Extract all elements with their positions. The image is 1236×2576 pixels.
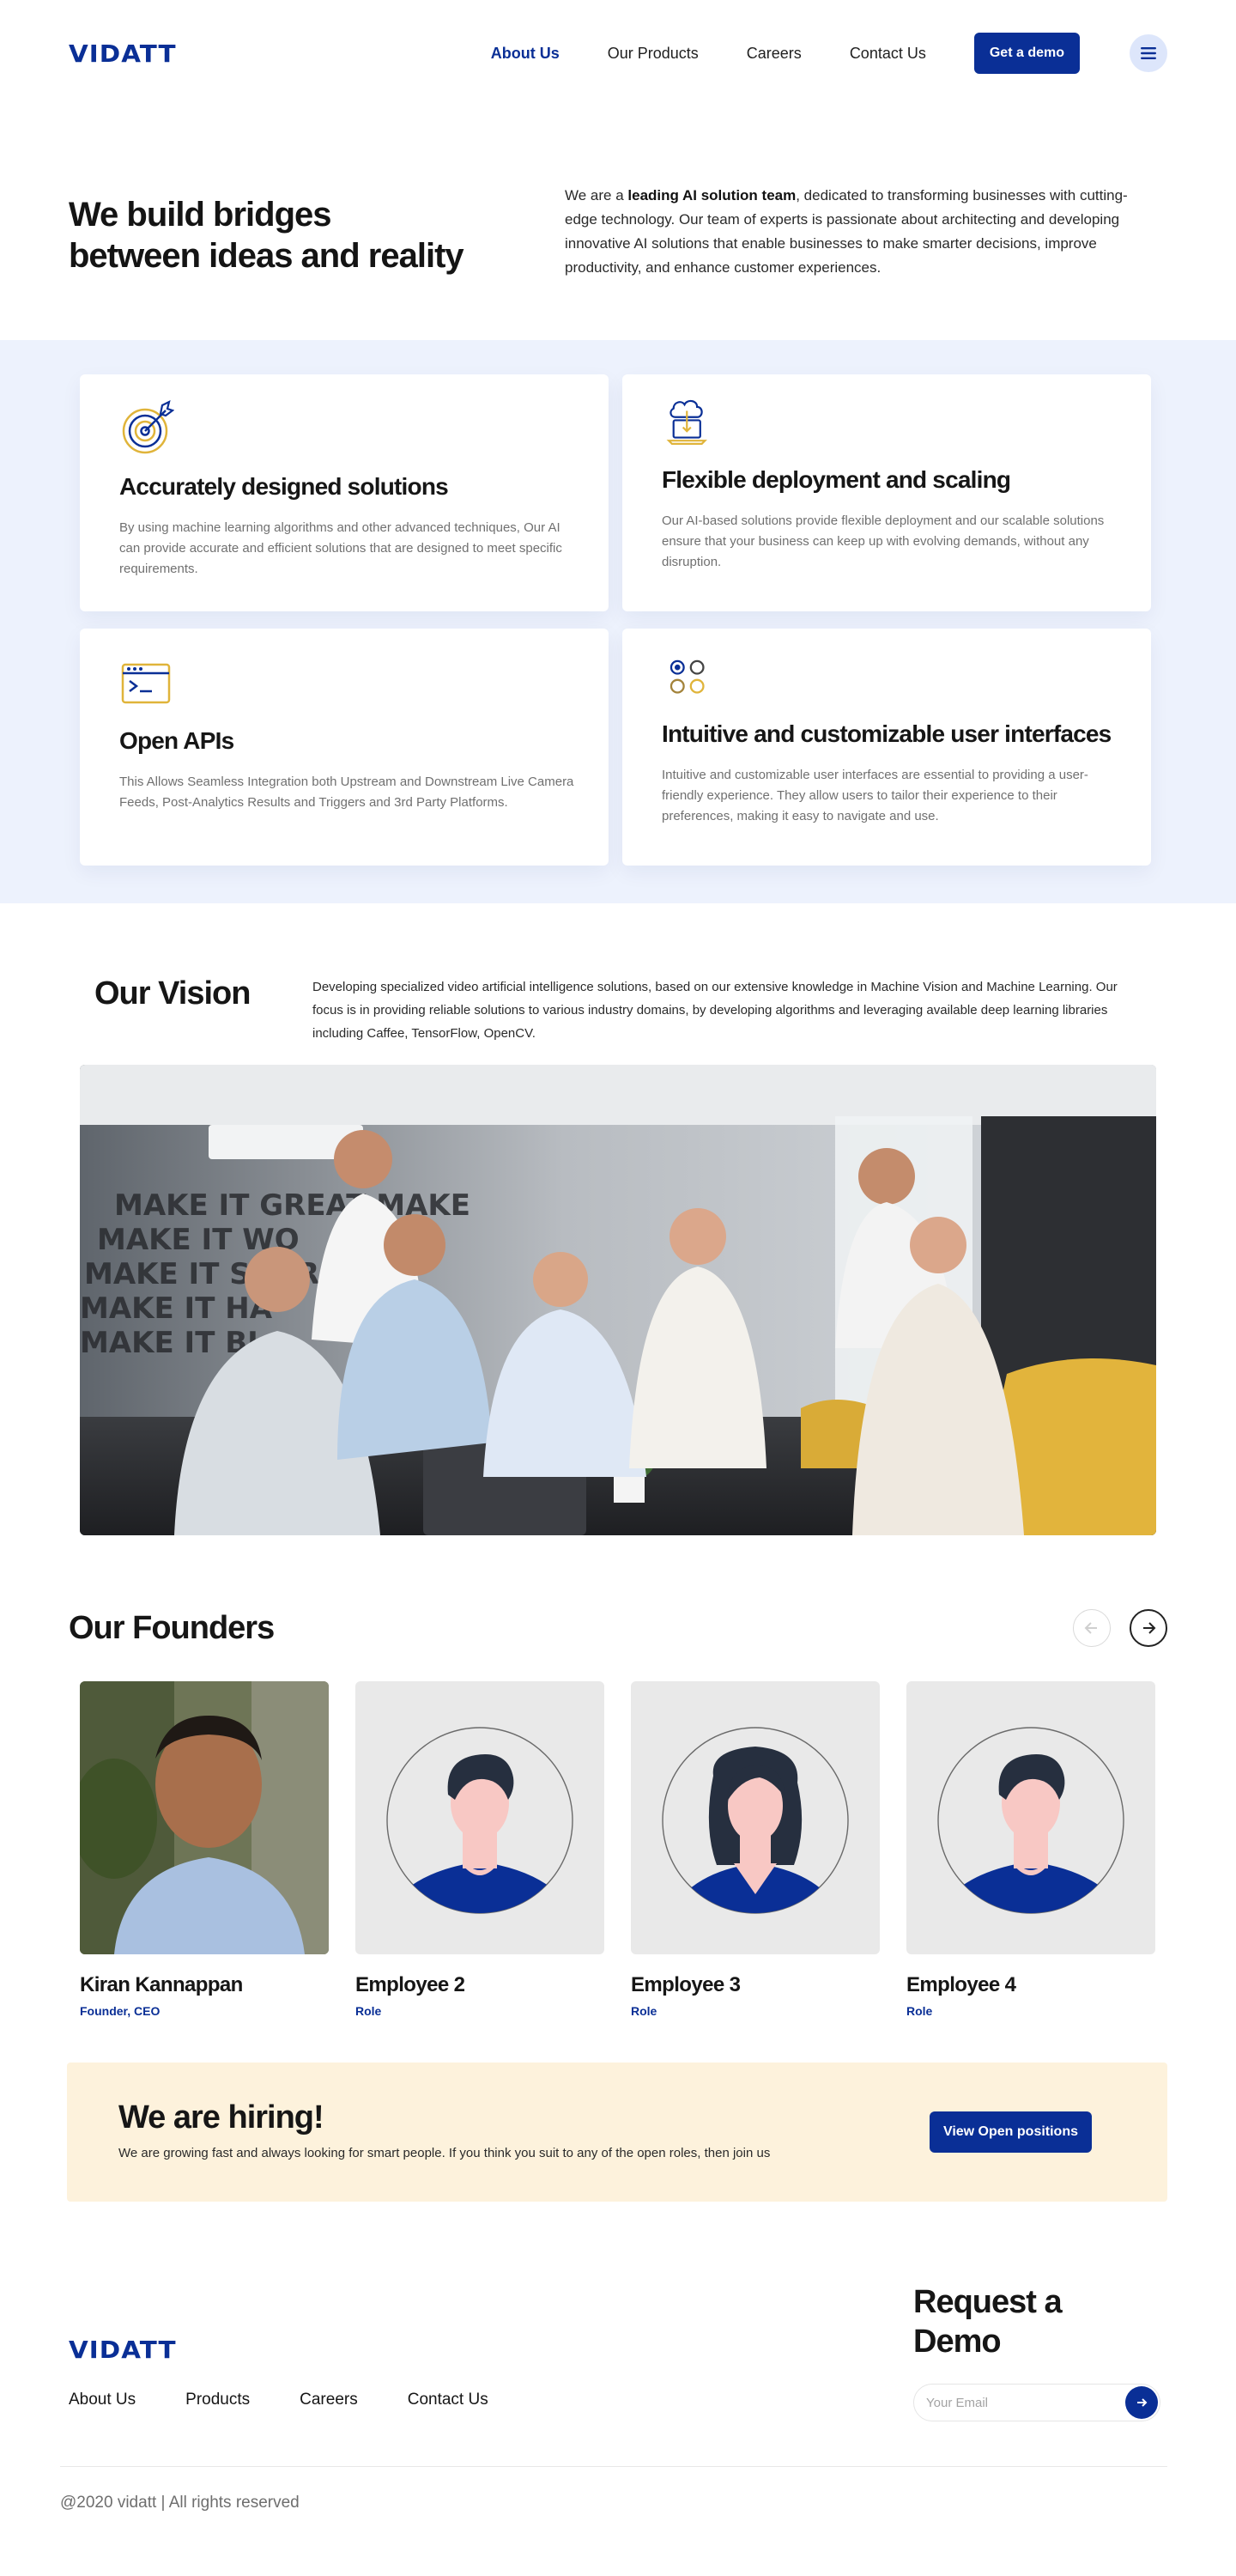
feature-desc: This Allows Seamless Integration both Up…: [119, 775, 574, 810]
footer-nav: About Us Products Careers Contact Us: [69, 2391, 538, 2409]
nav-contact-us[interactable]: Contact Us: [850, 45, 926, 63]
menu-button[interactable]: [1130, 34, 1167, 72]
feature-desc: By using machine learning algorithms and…: [119, 520, 562, 576]
intro-section: We build bridges between ideas and reali…: [0, 106, 1236, 340]
ui-options-icon: [670, 659, 705, 694]
founder-portrait: [80, 1681, 329, 1954]
intro-text: We are a leading AI solution team, dedic…: [565, 184, 1148, 340]
request-demo: Request a Demo: [913, 2282, 1171, 2421]
request-demo-title: Request a Demo: [913, 2282, 1171, 2361]
founder-card[interactable]: Employee 4 Role: [906, 1681, 1155, 2018]
feature-card-ui: Intuitive and customizable user interfac…: [622, 629, 1151, 866]
founders-list: Kiran Kannappan Founder, CEO Employee 2 …: [69, 1649, 1167, 2018]
male-avatar-icon: [937, 1727, 1124, 1914]
arrow-right-icon: [1137, 2398, 1148, 2407]
feature-title: Accurately designed solutions: [119, 473, 449, 500]
feature-title: Open APIs: [119, 727, 234, 754]
email-form: [913, 2384, 1160, 2421]
hiring-title: We are hiring!: [118, 2099, 324, 2136]
email-submit-button[interactable]: [1125, 2386, 1158, 2419]
intro-title-line-2: between ideas and reality: [69, 237, 464, 275]
copyright: @2020 vidatt | All rights reserved: [60, 2494, 300, 2512]
founder-photo: [80, 1681, 329, 1954]
founder-role: Founder, CEO: [80, 2004, 161, 2018]
nav-careers[interactable]: Careers: [747, 45, 802, 63]
founder-card[interactable]: Kiran Kannappan Founder, CEO: [80, 1681, 329, 2018]
feature-card-open-apis: Open APIs This Allows Seamless Integrati…: [80, 629, 609, 866]
founder-role: Role: [631, 2004, 657, 2018]
feature-card-deployment: Flexible deployment and scaling Our AI-b…: [622, 374, 1151, 611]
target-icon: [122, 399, 175, 454]
site-header: VIDATT About Us Our Products Careers Con…: [0, 0, 1236, 106]
founder-photo: [906, 1681, 1155, 1954]
footer-link-products[interactable]: Products: [185, 2391, 250, 2409]
carousel-prev-button[interactable]: [1073, 1609, 1111, 1647]
main-nav: About Us Our Products Careers Contact Us…: [491, 33, 1167, 74]
team-photo: MAKE IT GREAT MAKE MAKE IT WO MAKE IT SO…: [80, 1065, 1156, 1535]
features-section: Accurately designed solutions By using m…: [0, 340, 1236, 903]
arrow-left-icon: [1084, 1622, 1097, 1634]
vision-header: Our Vision Developing specialized video …: [80, 975, 1156, 1065]
team-photo-illustration: MAKE IT GREAT MAKE MAKE IT WO MAKE IT SO…: [80, 1065, 1156, 1535]
footer-divider: [60, 2466, 1167, 2467]
footer-link-about-us[interactable]: About Us: [69, 2391, 136, 2409]
founders-section: Our Founders Kiran Kannappan Founder, CE…: [0, 1535, 1236, 2018]
founder-role: Role: [906, 2004, 933, 2018]
intro-text-prefix: We are a: [565, 187, 628, 204]
feature-card-accurate: Accurately designed solutions By using m…: [80, 374, 609, 611]
email-input[interactable]: [926, 2395, 1098, 2410]
intro-title: We build bridges between ideas and reali…: [69, 184, 565, 340]
wall-text: MAKE IT HA: [80, 1291, 273, 1326]
feature-title: Flexible deployment and scaling: [662, 466, 1011, 493]
carousel-next-button[interactable]: [1130, 1609, 1167, 1647]
footer-link-careers[interactable]: Careers: [300, 2391, 358, 2409]
cloud-laptop-icon: [666, 399, 707, 445]
founders-title: Our Founders: [69, 1609, 275, 1646]
founder-name: Employee 4: [906, 1973, 1016, 1996]
vision-section: Our Vision Developing specialized video …: [0, 903, 1236, 1535]
carousel-controls: [1054, 1609, 1167, 1647]
footer-link-contact-us[interactable]: Contact Us: [408, 2391, 488, 2409]
logo[interactable]: VIDATT: [69, 39, 177, 68]
nav-about-us[interactable]: About Us: [491, 45, 560, 63]
view-open-positions-button[interactable]: View Open positions: [929, 2111, 1092, 2153]
founder-name: Employee 2: [355, 1973, 465, 1996]
site-footer: VIDATT About Us Products Careers Contact…: [0, 2202, 1236, 2576]
get-demo-button[interactable]: Get a demo: [973, 33, 1080, 74]
female-avatar-icon: [662, 1727, 849, 1914]
terminal-window-icon: [121, 663, 171, 704]
feature-desc: Our AI-based solutions provide flexible …: [662, 513, 1105, 569]
nav-our-products[interactable]: Our Products: [608, 45, 699, 63]
founder-photo: [631, 1681, 880, 1954]
founder-name: Kiran Kannappan: [80, 1973, 243, 1996]
intro-title-line-1: We build bridges: [69, 196, 332, 234]
hiring-content: We are hiring! We are growing fast and a…: [118, 2099, 805, 2165]
menu-icon: [1141, 47, 1156, 59]
footer-logo[interactable]: VIDATT: [69, 2336, 177, 2364]
intro-text-highlight: leading AI solution team: [627, 187, 797, 204]
feature-title: Intuitive and customizable user interfac…: [662, 720, 1112, 747]
founders-header: Our Founders: [69, 1607, 1167, 1649]
male-avatar-icon: [386, 1727, 573, 1914]
founder-card[interactable]: Employee 2 Role: [355, 1681, 604, 2018]
hiring-text: We are growing fast and always looking f…: [118, 2146, 771, 2160]
arrow-right-icon: [1143, 1622, 1156, 1634]
founder-name: Employee 3: [631, 1973, 741, 1996]
vision-text: Developing specialized video artificial …: [312, 980, 1118, 1041]
vision-title: Our Vision: [94, 975, 251, 1012]
request-demo-title-line-1: Request a: [913, 2284, 1063, 2320]
wall-text: MAKE IT BI: [80, 1326, 258, 1360]
founder-photo: [355, 1681, 604, 1954]
feature-desc: Intuitive and customizable user interfac…: [662, 768, 1088, 823]
founder-card[interactable]: Employee 3 Role: [631, 1681, 880, 2018]
founder-role: Role: [355, 2004, 382, 2018]
request-demo-title-line-2: Demo: [913, 2324, 1002, 2360]
hiring-banner: We are hiring! We are growing fast and a…: [67, 2063, 1167, 2202]
